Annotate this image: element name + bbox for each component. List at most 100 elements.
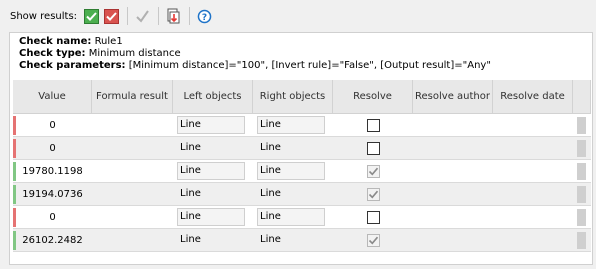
column-header-left-objects[interactable]: Left objects: [173, 80, 253, 113]
value-text: 0: [49, 211, 56, 223]
right-objects-cell[interactable]: Line: [253, 229, 333, 251]
resolve-checkbox[interactable]: [366, 118, 380, 132]
value-text: 26102.2482: [22, 234, 83, 246]
right-objects-field[interactable]: Line: [257, 208, 325, 226]
scroll-thumb[interactable]: [577, 231, 586, 249]
resolve-cell[interactable]: [333, 229, 413, 251]
resolve-cell[interactable]: [333, 206, 413, 228]
left-objects-cell[interactable]: Line: [173, 114, 253, 136]
right-objects-cell[interactable]: Line: [253, 114, 333, 136]
status-indicator: [13, 231, 16, 250]
right-objects-field[interactable]: Line: [257, 185, 325, 203]
left-objects-cell[interactable]: Line: [173, 137, 253, 159]
formula-result-cell: [92, 114, 173, 136]
row-scroll-handle[interactable]: [573, 183, 591, 205]
show-failed-checkbox-icon[interactable]: [103, 8, 119, 24]
resolve-cell[interactable]: [333, 137, 413, 159]
check-info: Check name: Rule1 Check type: Minimum di…: [10, 33, 592, 72]
row-scroll-handle[interactable]: [573, 160, 591, 182]
resolve-author-cell: [413, 160, 493, 182]
value-text: 19780.1198: [22, 165, 83, 177]
left-objects-cell[interactable]: Line: [173, 160, 253, 182]
left-objects-field[interactable]: Line: [177, 116, 245, 134]
toolbar: Show results: ?: [0, 0, 596, 32]
column-header-value[interactable]: Value: [13, 80, 92, 113]
resolve-cell[interactable]: [333, 114, 413, 136]
right-objects-cell[interactable]: Line: [253, 183, 333, 205]
scroll-thumb[interactable]: [577, 116, 586, 134]
resolve-checkbox[interactable]: [366, 233, 380, 247]
help-icon[interactable]: ?: [196, 8, 212, 24]
right-objects-cell[interactable]: Line: [253, 160, 333, 182]
formula-result-cell: [92, 160, 173, 182]
table-body: 0 Line Line 0 Line Line 19780.1198 Line Line 1919…: [13, 114, 591, 252]
show-passed-checkbox-icon[interactable]: [83, 8, 99, 24]
value-cell: 19780.1198: [13, 160, 92, 182]
table-row[interactable]: 26102.2482 Line Line: [13, 229, 591, 252]
left-objects-cell[interactable]: Line: [173, 206, 253, 228]
table-row[interactable]: 19194.0736 Line Line: [13, 183, 591, 206]
table-row[interactable]: 0 Line Line: [13, 137, 591, 160]
toolbar-separator: [158, 7, 160, 25]
column-header-resolve[interactable]: Resolve: [333, 80, 413, 113]
scroll-thumb[interactable]: [577, 139, 586, 157]
check-params-value: [Minimum distance]="100", [Invert rule]=…: [128, 60, 491, 71]
table-row[interactable]: 0 Line Line: [13, 206, 591, 229]
scroll-thumb[interactable]: [577, 162, 586, 180]
row-scroll-handle[interactable]: [573, 206, 591, 228]
left-objects-field[interactable]: Line: [177, 139, 245, 157]
left-objects-cell[interactable]: Line: [173, 229, 253, 251]
column-header-formula-result[interactable]: Formula result: [92, 80, 173, 113]
resolve-checkbox[interactable]: [366, 187, 380, 201]
right-objects-field[interactable]: Line: [257, 139, 325, 157]
resolve-checkbox[interactable]: [366, 210, 380, 224]
check-name-label: Check name:: [19, 36, 92, 47]
right-objects-field[interactable]: Line: [257, 116, 325, 134]
resolve-cell[interactable]: [333, 183, 413, 205]
left-objects-field[interactable]: Line: [177, 231, 245, 249]
resolve-checkmark-icon[interactable]: [134, 8, 150, 24]
row-scroll-handle[interactable]: [573, 229, 591, 251]
show-results-label: Show results:: [10, 10, 78, 22]
column-header-filler: [573, 80, 591, 113]
left-objects-field[interactable]: Line: [177, 162, 245, 180]
left-objects-cell[interactable]: Line: [173, 183, 253, 205]
left-objects-field[interactable]: Line: [177, 185, 245, 203]
row-scroll-handle[interactable]: [573, 114, 591, 136]
resolve-date-cell: [493, 114, 573, 136]
status-indicator: [13, 162, 16, 181]
resolve-author-cell: [413, 137, 493, 159]
formula-result-cell: [92, 206, 173, 228]
value-text: 0: [49, 119, 56, 131]
scroll-thumb[interactable]: [577, 185, 586, 203]
resolve-checkbox[interactable]: [366, 141, 380, 155]
resolve-date-cell: [493, 137, 573, 159]
resolve-date-cell: [493, 206, 573, 228]
scroll-thumb[interactable]: [577, 208, 586, 226]
column-header-resolve-date[interactable]: Resolve date: [493, 80, 573, 113]
resolve-author-cell: [413, 183, 493, 205]
resolve-checkbox[interactable]: [366, 164, 380, 178]
right-objects-field[interactable]: Line: [257, 231, 325, 249]
check-name-value: Rule1: [94, 36, 123, 47]
column-header-resolve-author[interactable]: Resolve author: [413, 80, 493, 113]
export-document-icon[interactable]: [165, 8, 181, 24]
column-header-right-objects[interactable]: Right objects: [253, 80, 333, 113]
value-cell: 0: [13, 114, 92, 136]
right-objects-field[interactable]: Line: [257, 162, 325, 180]
resolve-date-cell: [493, 183, 573, 205]
checkmark-icon: [368, 190, 378, 198]
table-row[interactable]: 0 Line Line: [13, 114, 591, 137]
resolve-cell[interactable]: [333, 160, 413, 182]
value-cell: 26102.2482: [13, 229, 92, 251]
right-objects-cell[interactable]: Line: [253, 137, 333, 159]
right-objects-cell[interactable]: Line: [253, 206, 333, 228]
left-objects-field[interactable]: Line: [177, 208, 245, 226]
table-row[interactable]: 19780.1198 Line Line: [13, 160, 591, 183]
value-cell: 0: [13, 137, 92, 159]
svg-text:?: ?: [201, 13, 206, 23]
row-scroll-handle[interactable]: [573, 137, 591, 159]
status-indicator: [13, 185, 16, 204]
value-cell: 0: [13, 206, 92, 228]
checkmark-icon: [368, 236, 378, 244]
